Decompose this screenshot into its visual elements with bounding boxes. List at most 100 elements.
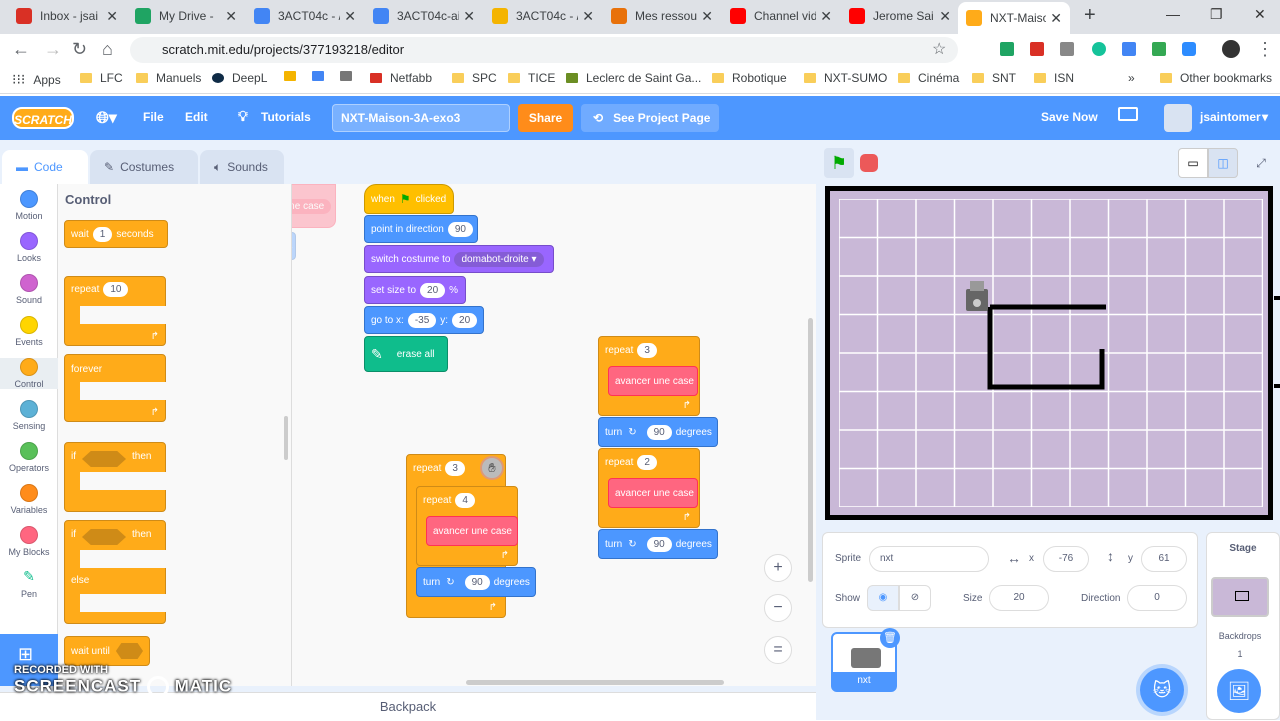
wait-seconds-block[interactable]: wait 1 seconds xyxy=(64,220,168,248)
degrees-input[interactable]: 90 xyxy=(464,574,490,590)
wait-until-block[interactable]: wait until xyxy=(64,636,150,666)
delete-sprite-button[interactable]: 🗑︎ xyxy=(880,628,900,648)
more-bookmarks-icon[interactable]: » xyxy=(1128,71,1135,85)
avancer-une-case-call[interactable]: avancer une case xyxy=(608,478,698,508)
forward-icon[interactable]: → xyxy=(44,39,62,60)
green-flag-button[interactable]: ⚑ xyxy=(824,148,854,178)
small-stage-button[interactable]: ▭ xyxy=(1178,148,1208,178)
tutorials-menu[interactable]: Tutorials xyxy=(261,110,311,124)
category-sensing[interactable]: Sensing xyxy=(0,400,58,431)
turn-right-block[interactable]: turn ↻ 90 degrees xyxy=(598,529,718,559)
browser-tab[interactable]: 3ACT04c - / ✕ xyxy=(484,0,602,32)
switch-costume-block[interactable]: switch costume to domabot-droite ▾ xyxy=(364,245,554,273)
browser-tab-active[interactable]: NXT-Maiso ✕ xyxy=(958,2,1070,34)
turn-right-block[interactable]: turn ↻ 90 degrees xyxy=(416,567,536,597)
sprite-direction-input[interactable]: 0 xyxy=(1127,585,1187,611)
costume-dropdown[interactable]: domabot-droite ▾ xyxy=(454,251,544,267)
file-menu[interactable]: File xyxy=(143,110,164,124)
repeat-count-input[interactable]: 10 xyxy=(103,282,129,297)
go-to-xy-block[interactable]: go to x: -35 y: 20 xyxy=(364,306,484,334)
bookmark-item[interactable]: DeepL xyxy=(212,71,267,85)
share-button[interactable]: Share xyxy=(518,104,573,132)
see-project-page-button[interactable]: ⟲ See Project Page xyxy=(581,104,719,132)
sprite-x-input[interactable]: -76 xyxy=(1043,546,1089,572)
wait-value-input[interactable]: 1 xyxy=(92,226,113,242)
home-icon[interactable]: ⌂ xyxy=(102,39,113,60)
bookmark-item[interactable]: SNT xyxy=(972,71,1016,85)
large-stage-button[interactable]: ◫ xyxy=(1208,148,1238,178)
bookmark-item[interactable] xyxy=(312,71,332,81)
close-tab-icon[interactable]: ✕ xyxy=(463,8,475,25)
degrees-input[interactable]: 90 xyxy=(646,424,672,440)
minimize-icon[interactable]: — xyxy=(1166,6,1180,22)
avancer-une-case-call[interactable]: avancer une case xyxy=(608,366,698,396)
category-my-blocks[interactable]: My Blocks xyxy=(0,526,58,557)
y-input[interactable]: 20 xyxy=(452,312,478,328)
close-tab-icon[interactable]: ✕ xyxy=(225,8,237,25)
repeat-count-input[interactable]: 4 xyxy=(455,493,475,508)
language-globe-icon[interactable]: 🌐︎▾ xyxy=(96,108,117,128)
extension-icon[interactable] xyxy=(1152,42,1166,56)
condition-slot[interactable] xyxy=(82,451,126,467)
tab-code[interactable]: ▬ Code xyxy=(2,150,88,184)
bookmark-item[interactable]: Manuels xyxy=(136,71,201,85)
category-variables[interactable]: Variables xyxy=(0,484,58,515)
browser-tab[interactable]: Jerome Sai ✕ xyxy=(841,0,959,32)
close-tab-icon[interactable]: ✕ xyxy=(939,8,951,25)
sprite-y-input[interactable]: 61 xyxy=(1141,546,1187,572)
my-stuff-folder-icon[interactable] xyxy=(1118,107,1138,121)
browser-tab[interactable]: 3ACT04c-ai ✕ xyxy=(365,0,483,32)
extension-icon[interactable] xyxy=(1030,42,1044,56)
bookmark-item[interactable] xyxy=(340,71,360,81)
erase-all-block[interactable]: ✎ erase all xyxy=(364,336,448,372)
user-avatar[interactable] xyxy=(1164,104,1192,132)
project-title-input[interactable]: NXT-Maison-3A-exo3 xyxy=(332,104,510,132)
show-hidden-button[interactable]: ⊘ xyxy=(899,585,931,611)
browser-tab[interactable]: Channel vid ✕ xyxy=(722,0,840,32)
category-sound[interactable]: Sound xyxy=(0,274,58,305)
sprite-name-input[interactable]: nxt xyxy=(869,546,989,572)
browser-tab[interactable]: My Drive - ✕ xyxy=(127,0,245,32)
close-tab-icon[interactable]: ✕ xyxy=(701,8,713,25)
condition-slot[interactable] xyxy=(82,529,126,545)
category-operators[interactable]: Operators xyxy=(0,442,58,473)
sprite-size-input[interactable]: 20 xyxy=(989,585,1049,611)
close-tab-icon[interactable]: ✕ xyxy=(1050,10,1062,27)
fullscreen-button[interactable]: ⤢ xyxy=(1246,148,1276,178)
bookmark-item[interactable]: Leclerc de Saint Ga... xyxy=(566,71,701,85)
define-block-ghost[interactable]: defineavancer une case xyxy=(292,184,336,228)
other-bookmarks[interactable]: Other bookmarks xyxy=(1160,71,1272,85)
stage-thumbnail[interactable] xyxy=(1211,577,1269,617)
category-events[interactable]: Events xyxy=(0,316,58,347)
category-looks[interactable]: Looks xyxy=(0,232,58,263)
browser-tab[interactable]: 3ACT04c - / ✕ xyxy=(246,0,364,32)
bookmark-item[interactable]: Netfabb xyxy=(370,71,432,85)
bookmark-item[interactable]: ISN xyxy=(1034,71,1074,85)
close-tab-icon[interactable]: ✕ xyxy=(344,8,356,25)
set-size-block[interactable]: set size to 20% xyxy=(364,276,466,304)
point-in-direction-block[interactable]: point in direction 90 xyxy=(364,215,478,243)
username-menu[interactable]: jsaintomer xyxy=(1200,110,1261,124)
bookmark-item[interactable] xyxy=(284,71,304,81)
browser-menu-icon[interactable]: ⋮ xyxy=(1256,39,1274,60)
zoom-in-button[interactable]: + xyxy=(764,554,792,582)
close-tab-icon[interactable]: ✕ xyxy=(582,8,594,25)
category-pen[interactable]: ✎ Pen xyxy=(0,568,58,599)
zoom-extension-icon[interactable] xyxy=(1182,42,1196,56)
bookmark-apps[interactable]: ⁝⁝⁝ Apps xyxy=(12,71,61,88)
degrees-input[interactable]: 90 xyxy=(646,536,672,552)
zoom-out-button[interactable]: − xyxy=(764,594,792,622)
edit-menu[interactable]: Edit xyxy=(185,110,208,124)
add-sprite-button[interactable]: 🐱︎ xyxy=(1140,668,1184,712)
scratch-logo[interactable]: SCRATCH xyxy=(12,107,74,129)
palette-scrollbar[interactable] xyxy=(284,416,288,460)
maximize-icon[interactable]: ❐ xyxy=(1210,6,1223,23)
tab-costumes[interactable]: ✎ Costumes xyxy=(90,150,198,184)
browser-tab[interactable]: Mes ressou ✕ xyxy=(603,0,721,32)
extension-icon[interactable] xyxy=(1060,42,1074,56)
vertical-scrollbar[interactable] xyxy=(808,318,813,582)
browser-tab[interactable]: Inbox - jsai ✕ xyxy=(8,0,126,32)
chevron-down-icon[interactable]: ▾ xyxy=(1262,110,1268,124)
stage-canvas[interactable] xyxy=(825,186,1273,520)
bookmark-star-icon[interactable]: ☆ xyxy=(932,39,946,59)
